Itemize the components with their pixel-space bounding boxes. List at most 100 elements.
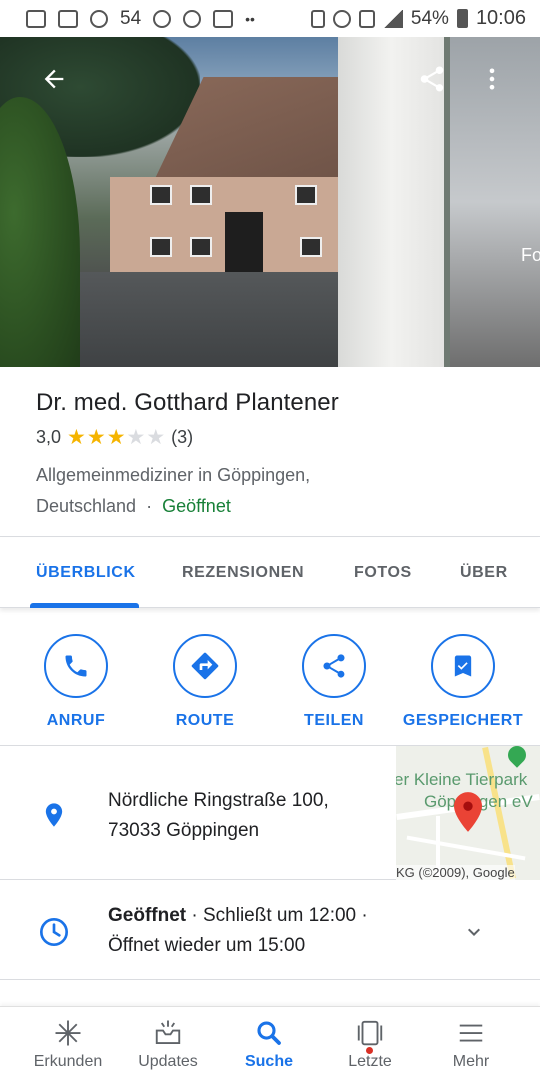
star-icon: ★: [126, 426, 146, 449]
place-header: Dr. med. Gotthard Plantener 3,0 ★ ★ ★ ★ ★ (3…: [0, 367, 540, 537]
map-copyright: KG (©2009), Google: [396, 865, 515, 880]
alarm-icon: [332, 9, 351, 28]
share-button-circle[interactable]: [302, 634, 366, 698]
nav-explore[interactable]: Erkunden: [18, 1007, 118, 1080]
rating-row[interactable]: 3,0 ★ ★ ★ ★ ★ (3): [36, 427, 504, 448]
tab-bar: ÜBERBLICK REZENSIONEN FOTOS ÜBER: [0, 538, 540, 608]
place-category: Allgemeinmediziner in Göppingen, Deutsch…: [36, 460, 504, 522]
clock: 10:06: [475, 7, 526, 29]
arrow-back-icon: [44, 69, 64, 89]
rating-value: 3,0: [36, 427, 62, 447]
battery-icon: [456, 9, 468, 28]
message-icon: [58, 9, 78, 28]
address-row[interactable]: Nördliche Ringstraße 100, 73033 Göppinge…: [0, 746, 540, 880]
address-line2: 73033 Göppingen: [108, 820, 260, 841]
nav-recent[interactable]: Letzte: [320, 1007, 420, 1080]
route-label: ROUTE: [175, 712, 235, 729]
share-label: TEILEN: [304, 712, 364, 729]
status-bar: 54 •• 54% 10:06: [0, 0, 540, 37]
call-button[interactable]: ANRUF: [16, 634, 136, 730]
photo-window: [150, 237, 172, 257]
image-icon: [213, 9, 234, 28]
location-text: Deutschland: [36, 496, 137, 516]
star-icon: ★: [86, 426, 106, 449]
share-action-button[interactable]: TEILEN: [274, 634, 394, 730]
phone-icon: [65, 655, 87, 677]
active-tab-indicator: [30, 603, 139, 608]
tab-about[interactable]: ÜBER: [460, 564, 508, 582]
hours-text: Geöffnet · Schließt um 12:00 · Öffnet wi…: [108, 901, 368, 961]
more-notifications-icon: ••: [245, 10, 255, 27]
open-status: Geöffnet: [162, 496, 231, 516]
saved-button[interactable]: GESPEICHERT: [403, 634, 523, 730]
star-icon: ★: [146, 426, 166, 449]
saved-bookmark-icon: [454, 655, 472, 677]
next-photo-label: Fo: [521, 245, 540, 265]
tab-photos[interactable]: FOTOS: [354, 564, 412, 582]
chevron-down-icon[interactable]: [462, 920, 486, 944]
location-pin-icon: [45, 803, 63, 827]
photo-carousel[interactable]: Fo: [0, 37, 540, 367]
separator: ·: [146, 496, 153, 516]
back-button[interactable]: [34, 59, 74, 99]
tab-overview[interactable]: ÜBERBLICK: [36, 564, 136, 582]
route-button[interactable]: ROUTE: [145, 634, 265, 730]
more-options-button[interactable]: [472, 59, 512, 99]
saved-button-circle[interactable]: [431, 634, 495, 698]
place-title: Dr. med. Gotthard Plantener: [36, 389, 339, 416]
review-count: (3): [171, 427, 194, 447]
photo-door: [225, 212, 263, 272]
globe-icon: [183, 9, 202, 28]
photo-window: [150, 185, 172, 205]
star-icon: ★: [67, 426, 86, 449]
hours-closes: · Schließt um 12:00 ·: [186, 905, 368, 926]
saved-label: GESPEICHERT: [402, 712, 524, 729]
call-label: ANRUF: [46, 712, 106, 729]
rating-stars: ★ ★ ★ ★ ★: [67, 427, 165, 448]
hours-status: Geöffnet: [108, 905, 187, 926]
eye-icon: [90, 9, 108, 28]
map-pin-icon: [454, 792, 482, 832]
address-text: Nördliche Ringstraße 100, 73033 Göppinge…: [108, 786, 329, 846]
photo-window: [300, 237, 322, 257]
action-bar: ANRUF ROUTE TEILEN GESPEICHERT: [0, 620, 540, 746]
map-label-park: er Kleine Tierpark: [396, 770, 528, 789]
signal-icon: [382, 9, 403, 28]
photo-window: [190, 237, 212, 257]
search-icon: [252, 1017, 286, 1049]
bottom-navigation: Erkunden Updates Suche Letzte Mehr: [0, 1006, 540, 1080]
call-button-circle[interactable]: [44, 634, 108, 698]
share-icon: [323, 654, 345, 678]
vibrate-icon: [310, 9, 325, 28]
directions-icon: [191, 652, 219, 680]
hd-icon: [358, 9, 375, 28]
tab-reviews[interactable]: REZENSIONEN: [182, 564, 304, 582]
nav-more-label: Mehr: [452, 1053, 490, 1070]
share-button[interactable]: [412, 59, 452, 99]
explore-icon: [51, 1017, 85, 1049]
star-icon: ★: [106, 426, 126, 449]
nav-search[interactable]: Suche: [219, 1007, 319, 1080]
notification-count: 54: [120, 7, 142, 29]
sync-icon: [153, 9, 172, 28]
nav-recent-label: Letzte: [348, 1053, 392, 1070]
nav-updates-label: Updates: [138, 1053, 198, 1070]
nav-more[interactable]: Mehr: [421, 1007, 521, 1080]
park-marker-icon: [504, 746, 530, 768]
menu-icon: [454, 1017, 488, 1049]
recent-icon: [353, 1017, 387, 1049]
battery-percent: 54%: [410, 7, 449, 29]
route-button-circle[interactable]: [173, 634, 237, 698]
clock-icon: [40, 918, 68, 946]
map-road: [482, 746, 516, 880]
notification-dot: [366, 1047, 373, 1054]
map-thumbnail[interactable]: er Kleine Tierpark Göppingen eV KG (©200…: [396, 746, 540, 880]
category-text: Allgemeinmediziner in Göppingen,: [36, 465, 311, 485]
nav-updates[interactable]: Updates: [118, 1007, 218, 1080]
hours-row[interactable]: Geöffnet · Schließt um 12:00 · Öffnet wi…: [0, 880, 540, 980]
hours-reopens: Öffnet wieder um 15:00: [108, 935, 306, 956]
share-icon: [420, 66, 444, 92]
nav-search-label: Suche: [244, 1053, 293, 1070]
photo-window: [190, 185, 212, 205]
photo-window: [295, 185, 317, 205]
